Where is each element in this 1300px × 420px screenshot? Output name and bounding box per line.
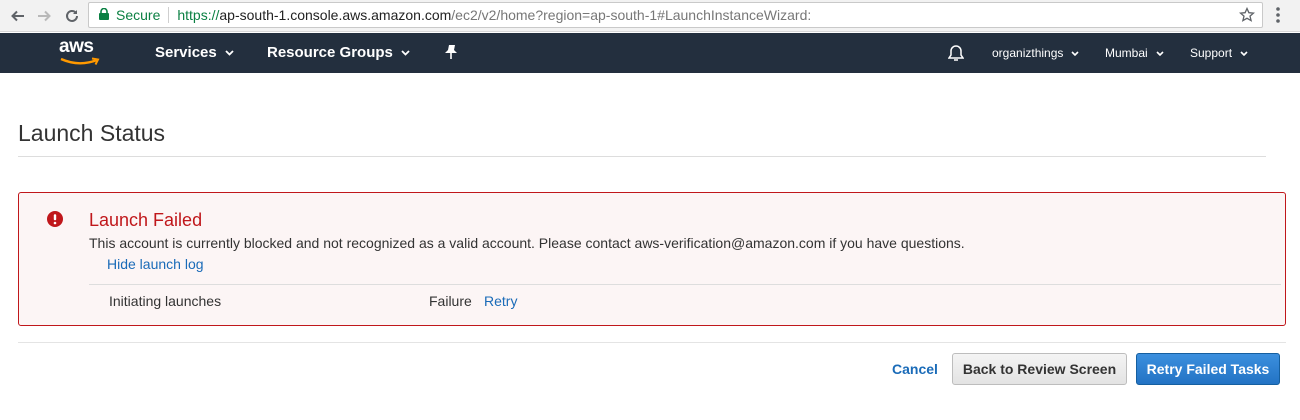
chevron-down-icon <box>401 49 410 56</box>
url-scheme: https:// <box>177 7 220 23</box>
browser-toolbar: Secure https://ap-south-1.console.aws.am… <box>0 0 1300 32</box>
pin-icon[interactable] <box>444 44 458 60</box>
account-menu[interactable]: organizthings <box>992 46 1079 60</box>
bell-icon[interactable] <box>948 44 964 62</box>
footer-divider <box>18 342 1286 343</box>
resource-groups-label: Resource Groups <box>267 44 393 61</box>
log-divider <box>89 284 1281 285</box>
services-label: Services <box>155 44 217 61</box>
page-title: Launch Status <box>18 120 166 146</box>
services-menu[interactable]: Services <box>155 44 234 61</box>
forward-icon[interactable] <box>32 4 56 28</box>
secure-label: Secure <box>116 7 161 23</box>
chevron-down-icon <box>1156 50 1164 56</box>
hide-launch-log-link[interactable]: Hide launch log <box>107 256 204 272</box>
region-label: Mumbai <box>1105 46 1148 60</box>
cancel-button[interactable]: Cancel <box>892 361 938 377</box>
log-task-status: Failure <box>429 293 472 309</box>
address-separator <box>168 7 170 23</box>
reload-icon[interactable] <box>60 4 84 28</box>
aws-logo[interactable]: aws <box>57 36 107 69</box>
alert-title: Launch Failed <box>89 210 203 230</box>
url-host: ap-south-1.console.aws.amazon.com <box>219 7 452 23</box>
aws-nav-bar: aws Services Resource Groups organizthin… <box>0 33 1300 73</box>
address-bar[interactable]: Secure https://ap-south-1.console.aws.am… <box>88 2 1263 28</box>
region-menu[interactable]: Mumbai <box>1105 46 1164 60</box>
title-divider <box>18 156 1266 157</box>
aws-smile-icon <box>60 57 100 65</box>
support-menu[interactable]: Support <box>1190 46 1248 60</box>
back-icon[interactable] <box>6 4 30 28</box>
error-icon <box>47 211 63 232</box>
chevron-down-icon <box>1071 50 1079 56</box>
menu-icon[interactable] <box>1275 6 1281 29</box>
alert-message: This account is currently blocked and no… <box>89 235 965 251</box>
star-icon[interactable] <box>1238 6 1256 26</box>
account-label: organizthings <box>992 46 1064 60</box>
chevron-down-icon <box>225 49 234 56</box>
lock-icon <box>99 7 109 23</box>
url-path: /ec2/v2/home?region=ap-south-1#LaunchIns… <box>451 7 812 23</box>
aws-logo-text: aws <box>59 36 94 57</box>
support-label: Support <box>1190 46 1233 60</box>
log-task-label: Initiating launches <box>109 293 222 309</box>
resource-groups-menu[interactable]: Resource Groups <box>267 44 410 61</box>
log-retry-link[interactable]: Retry <box>484 293 517 309</box>
secure-indicator[interactable]: Secure <box>89 7 160 23</box>
back-to-review-button[interactable]: Back to Review Screen <box>952 353 1127 385</box>
launch-failed-alert: Launch Failed This account is currently … <box>18 192 1286 326</box>
chevron-down-icon <box>1240 50 1248 56</box>
retry-failed-tasks-button[interactable]: Retry Failed Tasks <box>1136 353 1280 385</box>
